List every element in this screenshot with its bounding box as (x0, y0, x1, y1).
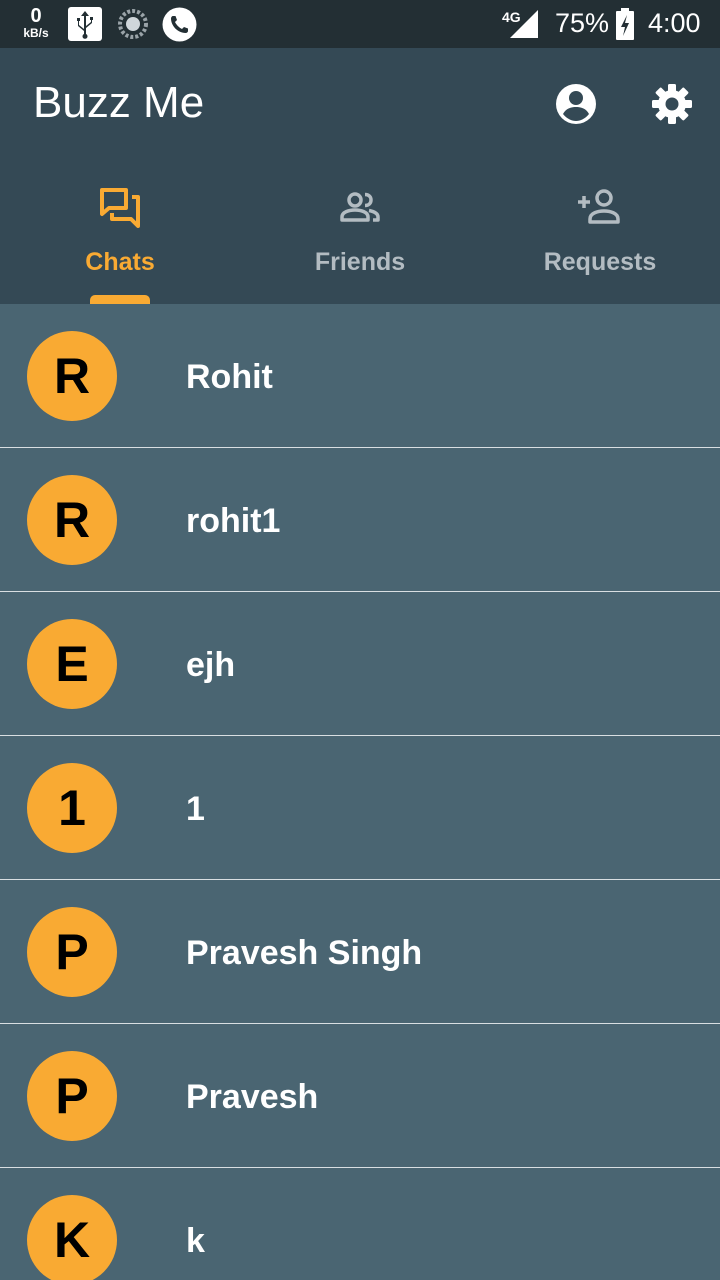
people-icon (336, 184, 384, 232)
person-add-icon (576, 184, 624, 232)
sync-icon (116, 7, 150, 46)
tab-chats-label: Chats (85, 248, 155, 276)
avatar: P (27, 1051, 117, 1141)
chat-bubbles-icon (96, 184, 144, 232)
tab-requests[interactable]: Requests (480, 164, 720, 304)
chat-list[interactable]: R Rohit R rohit1 E ejh 1 1 P Pravesh Sin… (0, 304, 720, 1280)
settings-gear-icon (648, 84, 696, 132)
avatar: R (27, 475, 117, 565)
chat-list-item[interactable]: P Pravesh (0, 1024, 720, 1168)
avatar: K (27, 1195, 117, 1280)
avatar: P (27, 907, 117, 997)
tab-chats[interactable]: Chats (0, 164, 240, 304)
settings-button[interactable] (648, 80, 696, 128)
chat-list-item[interactable]: R Rohit (0, 304, 720, 448)
avatar: 1 (27, 763, 117, 853)
chat-name: rohit1 (186, 502, 281, 540)
chat-list-item[interactable]: K k (0, 1168, 720, 1280)
tab-friends[interactable]: Friends (240, 164, 480, 304)
account-circle-icon (552, 84, 600, 132)
battery-charging-icon (616, 8, 634, 45)
avatar: E (27, 619, 117, 709)
chat-name: Pravesh (186, 1078, 319, 1116)
battery-percent: 75% (555, 8, 610, 38)
phone-call-icon (162, 7, 197, 47)
net-speed-value: 0 (30, 5, 42, 27)
chat-name: Pravesh Singh (186, 934, 423, 972)
signal-icon (508, 10, 538, 43)
chat-list-item[interactable]: 1 1 (0, 736, 720, 880)
chat-list-item[interactable]: R rohit1 (0, 448, 720, 592)
chat-name: k (186, 1222, 205, 1260)
net-speed-indicator: 0 kB/s (14, 6, 58, 39)
chat-name: ejh (186, 646, 236, 684)
chat-name: 1 (186, 790, 205, 828)
chat-list-item[interactable]: P Pravesh Singh (0, 880, 720, 1024)
net-speed-unit: kB/s (23, 26, 49, 40)
app-bar: Buzz Me Chats Friends Requests (0, 48, 720, 304)
clock: 4:00 (648, 8, 701, 38)
status-bar: 0 kB/s 4G 75% 4:00 (0, 0, 720, 48)
tab-friends-label: Friends (314, 248, 406, 276)
avatar: R (27, 331, 117, 421)
app-title: Buzz Me (33, 78, 205, 127)
tab-indicator (90, 295, 150, 304)
tab-requests-label: Requests (543, 248, 657, 276)
profile-button[interactable] (552, 80, 600, 128)
chat-list-item[interactable]: E ejh (0, 592, 720, 736)
usb-icon (68, 7, 102, 46)
chat-name: Rohit (186, 358, 273, 396)
